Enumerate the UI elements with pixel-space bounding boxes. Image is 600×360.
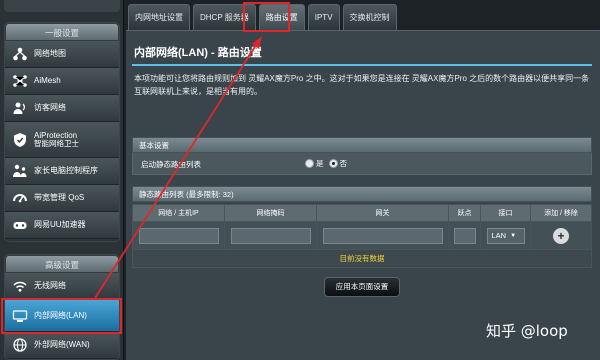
sidebar-item-label: 带宽管理 QoS (34, 193, 85, 203)
wan-icon (11, 336, 29, 354)
netmask-input[interactable] (230, 227, 311, 244)
main-panel: 内部网络(LAN) - 路由设置 本项功能可让您将路由规则加到 灵耀AX魔方Pr… (126, 30, 600, 360)
sidebar-item-aimesh[interactable]: AiMesh (5, 68, 119, 95)
page-title: 内部网络(LAN) - 路由设置 (134, 47, 262, 59)
advanced-settings-heading: 高级设置 (5, 255, 119, 273)
radio-no-label: 否 (339, 159, 348, 168)
cell-network-ip (133, 222, 225, 249)
interface-value: LAN (491, 231, 507, 240)
interface-select[interactable]: LAN ▼ (486, 227, 525, 244)
metric-input[interactable] (453, 227, 476, 244)
sidebar-item-guest-network[interactable]: 访客网络 (5, 95, 119, 122)
sidebar-item-wan[interactable]: 外部网络(WAN) (5, 332, 119, 359)
sidebar-item-aiprotection[interactable]: AiProtection 智能网络卫士 (5, 122, 119, 158)
wireless-icon (11, 277, 29, 295)
col-add-remove: 添加 / 移除 (544, 210, 578, 217)
sidebar-item-label: 无线网络 (34, 281, 66, 291)
static-route-table-heading: 静态路由列表 (最多限制: 32) (132, 186, 592, 202)
table-header: 网络 / 主机IP 网络掩码 网关 跃点 接口 添加 / 移除 (132, 204, 592, 222)
sidebar-item-qos[interactable]: 带宽管理 QoS (5, 185, 119, 212)
add-route-button[interactable]: + (553, 227, 569, 244)
general-settings-heading: 一般设置 (5, 23, 119, 41)
sidebar-item-label: 网易UU加速器 (34, 220, 86, 230)
tab-switch-control[interactable]: 交换机控制 (342, 4, 397, 30)
route-tab-highlight (243, 2, 290, 32)
sidebar-item-sublabel: 智能网络卫士 (34, 138, 79, 148)
parental-control-icon (11, 162, 29, 180)
sidebar-item-label: 访客网络 (34, 103, 66, 113)
col-network-ip: 网络 / 主机IP (133, 205, 225, 221)
network-map-icon (11, 45, 29, 63)
sidebar-item-label: 外部网络(WAN) (34, 340, 90, 350)
static-route-radio-group: 是 否 (305, 158, 352, 169)
apply-button[interactable]: 应用本页面设置 (324, 277, 400, 297)
lan-item-highlight (1, 298, 122, 334)
sidebar-item-label: AiMesh (34, 76, 61, 86)
col-interface: 接口 (481, 205, 531, 221)
sidebar-item-wireless[interactable]: 无线网络 (5, 273, 119, 300)
table-input-row: LAN ▼ + (132, 222, 592, 250)
guest-network-icon (11, 99, 29, 117)
network-ip-input[interactable] (138, 227, 219, 244)
sidebar-item-label: 家长电脑控制程序 (34, 166, 98, 176)
col-netmask: 网络掩码 (225, 205, 317, 221)
col-metric: 跃点 (449, 205, 481, 221)
title-divider (132, 64, 592, 66)
col-gateway: 网关 (317, 205, 449, 221)
aiprotection-labels: AiProtection 智能网络卫士 (34, 131, 79, 149)
router-admin-window: 一般设置 网络地图 AiMesh 访客网络 AiProtection 智能网络卫… (0, 0, 600, 360)
cell-add: + (531, 222, 591, 249)
cell-gateway (317, 222, 449, 249)
tab-lan-ip[interactable]: 内网地址设置 (128, 4, 190, 30)
static-route-label: 启动静态路由列表 (141, 160, 201, 169)
plus-icon: + (557, 228, 565, 243)
sidebar-top-fragment (4, 0, 120, 12)
empty-table-message: 目前没有数据 (132, 250, 592, 268)
tab-iptv[interactable]: IPTV (307, 4, 340, 30)
sidebar-item-network-map[interactable]: 网络地图 (5, 41, 119, 68)
aiprotection-icon (11, 131, 29, 149)
sidebar-item-uu-accelerator[interactable]: 网易UU加速器 (5, 212, 119, 239)
sidebar-item-parental-control[interactable]: 家长电脑控制程序 (5, 158, 119, 185)
qos-icon (11, 189, 29, 207)
aimesh-icon (11, 72, 29, 90)
sidebar-item-label: 网络地图 (34, 49, 66, 59)
general-settings-group: 一般设置 网络地图 AiMesh 访客网络 AiProtection 智能网络卫… (4, 22, 120, 242)
radio-yes-label: 是 (316, 159, 324, 168)
watermark: 知乎 @loop (486, 322, 568, 340)
page-description: 本项功能可让您将路由规则加到 灵耀AX魔方Pro 之中。这对于如果您是连接在 灵… (134, 74, 590, 96)
basic-settings-heading: 基本设置 (132, 137, 592, 153)
uu-accelerator-icon (11, 216, 29, 234)
cell-interface: LAN ▼ (481, 222, 531, 249)
radio-yes[interactable] (305, 159, 314, 168)
chevron-down-icon: ▼ (510, 232, 517, 239)
cell-netmask (225, 222, 317, 249)
radio-no[interactable] (328, 159, 338, 168)
gateway-input[interactable] (322, 227, 443, 244)
static-route-row: 启动静态路由列表 是 否 (132, 153, 592, 175)
cell-metric (449, 222, 481, 249)
